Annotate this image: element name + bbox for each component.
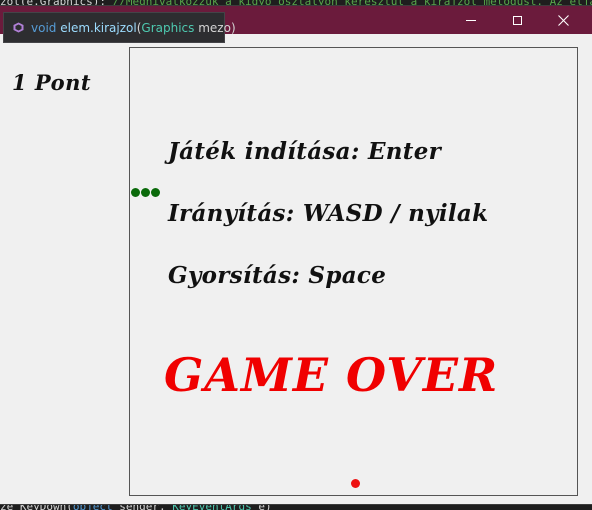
tooltip-param-name: mezo: [198, 20, 231, 35]
tooltip-param-type: Graphics: [141, 20, 195, 35]
start-hint: Játék indítása: Enter: [168, 138, 442, 165]
tooltip-return-type: void: [31, 20, 57, 35]
minimize-button[interactable]: [448, 6, 494, 34]
game-board: Játék indítása: Enter Irányítás: WASD / …: [129, 47, 578, 496]
close-icon: [557, 14, 569, 26]
method-icon: [13, 22, 24, 33]
score-label: 1 Pont: [12, 70, 92, 95]
intellisense-tooltip: void elem.kirajzol(Graphics mezo): [3, 12, 236, 43]
snake-segment: [141, 188, 150, 197]
food-dot: [351, 479, 360, 488]
speed-hint: Gyorsítás: Space: [168, 262, 387, 289]
minimize-icon: [466, 19, 476, 21]
snake-segment: [151, 188, 160, 197]
close-button[interactable]: [540, 6, 586, 34]
snake-segment: [131, 188, 140, 197]
game-over-text: GAME OVER: [164, 348, 499, 402]
tooltip-close-paren: ): [230, 20, 236, 35]
controls-hint: Irányítás: WASD / nyilak: [168, 200, 489, 227]
maximize-button[interactable]: [494, 6, 540, 34]
game-window: 1 Pont Játék indítása: Enter Irányítás: …: [0, 6, 592, 504]
tooltip-method-name: elem.kirajzol: [60, 20, 137, 35]
maximize-icon: [512, 15, 522, 25]
